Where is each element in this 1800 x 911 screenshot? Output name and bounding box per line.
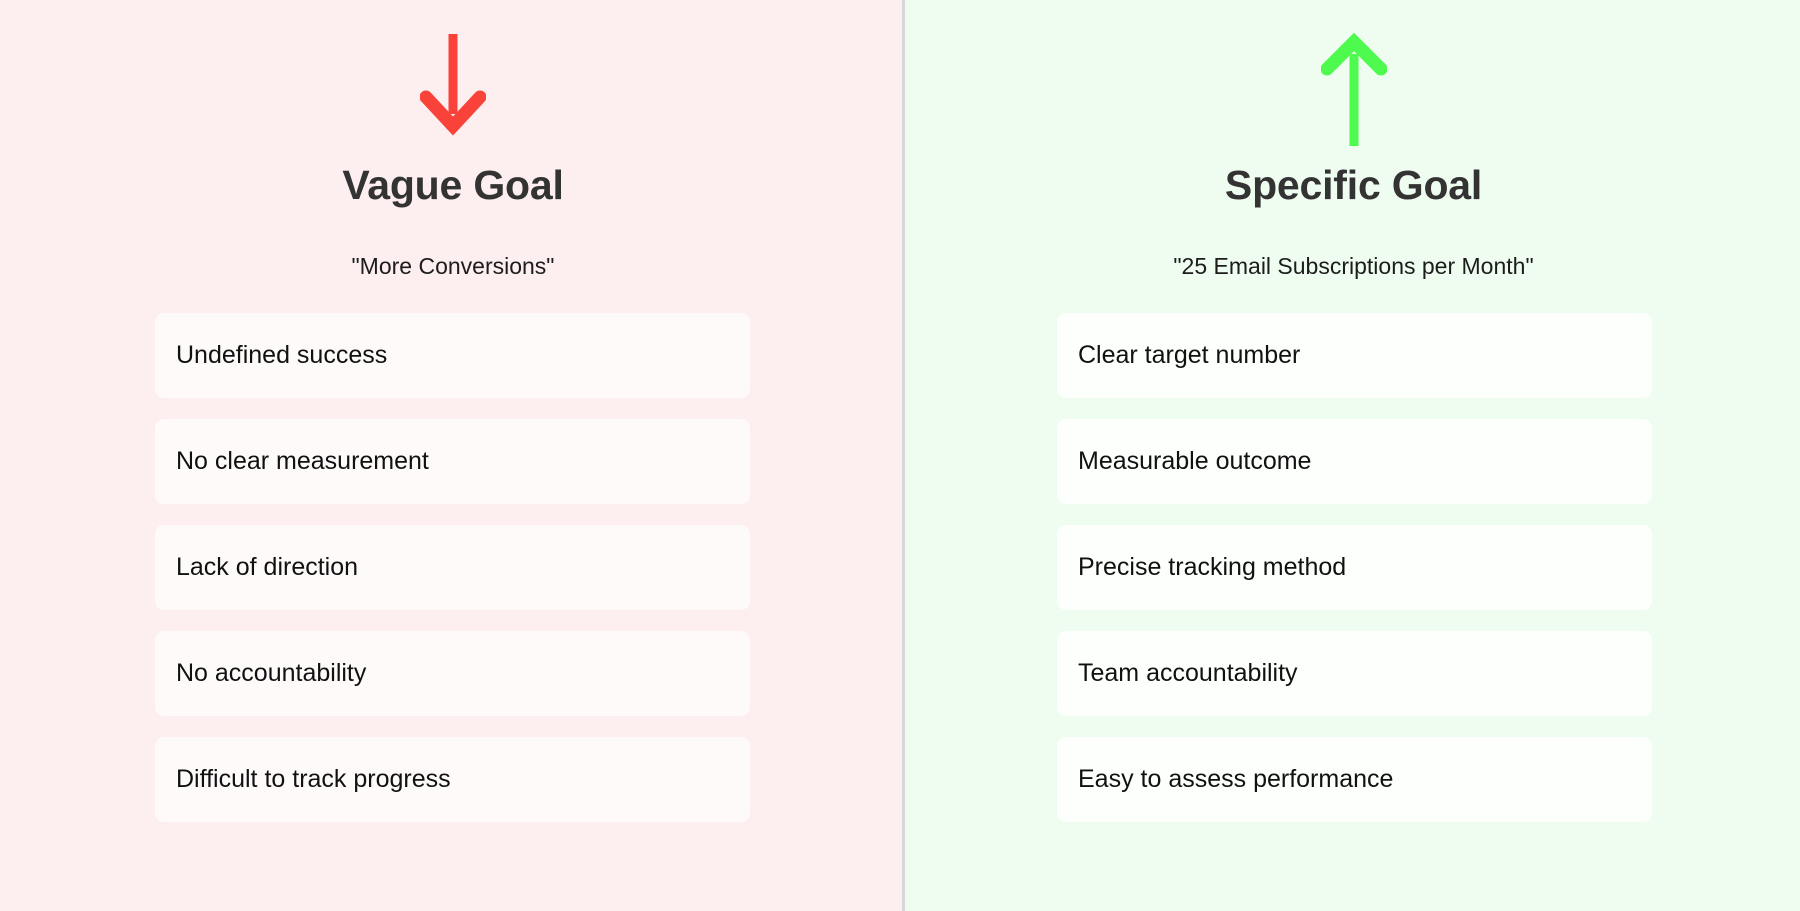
list-item[interactable]: Measurable outcome xyxy=(1057,419,1652,504)
arrow-up-icon xyxy=(1320,32,1387,146)
list-item[interactable]: Easy to assess performance xyxy=(1057,737,1652,822)
list-item[interactable]: Undefined success xyxy=(155,313,750,398)
page-title-specific: Specific Goal xyxy=(1224,162,1483,208)
list-item[interactable]: Precise tracking method xyxy=(1057,525,1652,610)
list-item[interactable]: Lack of direction xyxy=(155,525,750,610)
page-title-vague: Vague Goal xyxy=(342,162,564,208)
panel-vague-goal: Vague Goal "More Conversions" Undefined … xyxy=(0,0,905,911)
list-item[interactable]: No clear measurement xyxy=(155,419,750,504)
arrow-up-container xyxy=(905,0,1800,165)
list-item-label: Undefined success xyxy=(176,341,388,369)
list-item-label: Easy to assess performance xyxy=(1078,765,1394,793)
panel-specific-goal: Specific Goal "25 Email Subscriptions pe… xyxy=(905,0,1800,911)
subtitle-specific: "25 Email Subscriptions per Month" xyxy=(1173,253,1534,279)
list-item-label: No clear measurement xyxy=(176,447,429,475)
list-vague-traits: Undefined success No clear measurement L… xyxy=(0,278,902,822)
subtitle-vague: "More Conversions" xyxy=(351,253,555,279)
list-item[interactable]: Clear target number xyxy=(1057,313,1652,398)
list-item-label: No accountability xyxy=(176,659,367,687)
list-item[interactable]: No accountability xyxy=(155,631,750,716)
arrow-down-icon xyxy=(420,34,486,136)
list-item-label: Lack of direction xyxy=(176,553,359,581)
list-item-label: Measurable outcome xyxy=(1078,447,1312,475)
list-item-label: Clear target number xyxy=(1078,341,1301,369)
list-item-label: Precise tracking method xyxy=(1078,553,1347,581)
list-item-label: Team accountability xyxy=(1078,659,1298,687)
list-item[interactable]: Team accountability xyxy=(1057,631,1652,716)
list-item-label: Difficult to track progress xyxy=(176,765,451,793)
arrow-down-container xyxy=(0,0,902,165)
list-item[interactable]: Difficult to track progress xyxy=(155,737,750,822)
goal-comparison-layout: Vague Goal "More Conversions" Undefined … xyxy=(0,0,1800,911)
list-specific-traits: Clear target number Measurable outcome P… xyxy=(905,278,1800,822)
